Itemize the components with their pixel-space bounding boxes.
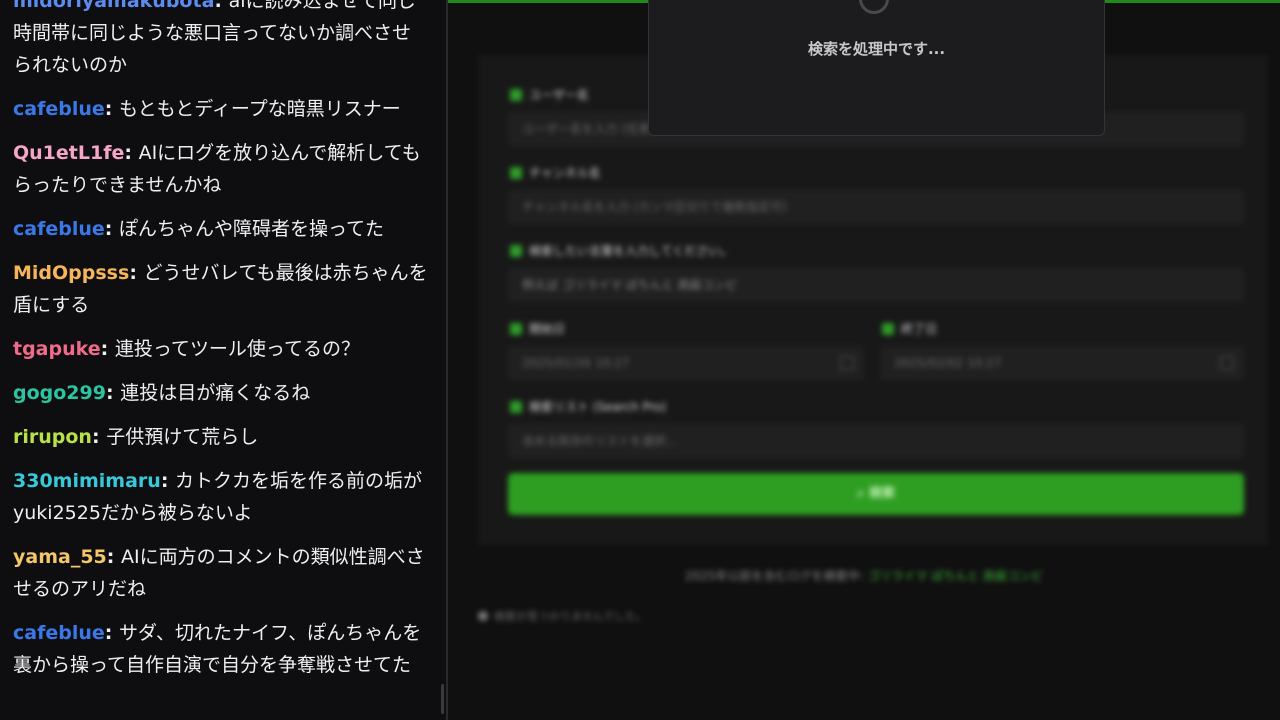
chat-panel: midoriyamakubota: aiに読み込ませて同じ時間帯に同じような悪口… xyxy=(0,0,444,720)
chat-message: midoriyamakubota: aiに読み込ませて同じ時間帯に同じような悪口… xyxy=(13,0,428,81)
chat-username[interactable]: tgapuke xyxy=(13,338,101,360)
chat-message: 330mimimaru: カトクカを垢を作る前の垢がyuki2525だから被らな… xyxy=(13,465,428,529)
chat-message: yama_55: AIに両方のコメントの類似性調べさせるのアリだね xyxy=(13,541,428,605)
chat-message: rirupon: 子供預けて荒らし xyxy=(13,421,428,453)
list-select[interactable]: 含める既存のリストを選択... xyxy=(508,424,1244,458)
chat-colon: : xyxy=(124,142,139,164)
chat-message: Qu1etL1fe: AIにログを放り込んで解析してもらったりできませんかね xyxy=(13,137,428,201)
calendar-picker-icon[interactable] xyxy=(840,356,854,370)
chat-message: cafeblue: サダ、切れたナイフ、ぽんちゃんを裏から操って自作自演で自分を… xyxy=(13,617,428,681)
chat-colon: : xyxy=(106,546,121,568)
chat-scrollbar[interactable] xyxy=(441,684,444,714)
chat-message: MidOppsss: どうせバレても最後は赤ちゃんを盾にする xyxy=(13,257,428,321)
chat-colon: : xyxy=(129,262,144,284)
chat-text: 子供預けて荒らし xyxy=(106,426,259,448)
processing-modal: 検索を処理中です... xyxy=(648,0,1105,136)
chat-username[interactable]: cafeblue xyxy=(13,622,105,644)
start-date-value: 2025/01/26 10:27 xyxy=(522,356,630,370)
chat-colon: : xyxy=(91,426,107,448)
chat-message: gogo299: 連投は目が痛くなるね xyxy=(13,377,428,409)
end-date-label: 終了日 xyxy=(882,320,937,337)
username-label: ユーザー名 xyxy=(510,86,589,103)
end-date-input[interactable]: 2025/02/02 10:27 xyxy=(880,346,1244,380)
chat-username[interactable]: yama_55 xyxy=(13,546,107,568)
chat-message: cafeblue: ぽんちゃんや障碍者を操ってた xyxy=(13,213,428,245)
chat-colon: : xyxy=(104,218,119,240)
chat-colon: : xyxy=(104,622,119,644)
footer-info: 2025年以前を含むログを検索中: ゴリライマ ぽちんと 高級コンビ xyxy=(684,569,1044,583)
start-date-input[interactable]: 2025/01/26 10:27 xyxy=(508,346,864,380)
chat-text: 連投は目が痛くなるね xyxy=(120,382,311,404)
calendar-icon xyxy=(882,323,894,335)
chat-username[interactable]: cafeblue xyxy=(13,218,105,240)
footer-link[interactable]: ゴリライマ ぽちんと 高級コンビ xyxy=(867,569,1043,583)
search-icon: ⌕ xyxy=(857,486,869,501)
chat-text: 連投ってツール使ってるの？ xyxy=(114,338,360,360)
channel-icon xyxy=(510,167,522,179)
search-button[interactable]: ⌕ 検索 xyxy=(508,473,1244,515)
chat-colon: : xyxy=(100,338,115,360)
chat-colon: : xyxy=(105,382,121,404)
chat-colon: : xyxy=(160,470,176,492)
chat-username[interactable]: MidOppsss xyxy=(13,262,129,284)
chat-text: もともとディープな暗黒リスナー xyxy=(118,98,401,120)
user-icon xyxy=(510,89,522,101)
calendar-picker-icon[interactable] xyxy=(1220,356,1234,370)
calendar-icon xyxy=(510,323,522,335)
channel-input[interactable]: チャンネル名を入力 (カンマ区切りで複数指定可) xyxy=(508,190,1244,224)
start-date-label: 開始日 xyxy=(510,320,565,337)
list-label: 検索リスト (Search Pro) xyxy=(510,398,666,415)
chat-text: ぽんちゃんや障碍者を操ってた xyxy=(118,218,385,240)
channel-label: チャンネル名 xyxy=(510,164,601,181)
list-icon xyxy=(510,401,522,413)
chat-username[interactable]: cafeblue xyxy=(13,98,105,120)
status-line: 検索が見つかりませんでした。 xyxy=(478,608,647,624)
chat-username[interactable]: gogo299 xyxy=(13,382,106,404)
keyword-input[interactable]: 例えば ゴリライマ ぽちんと 高級コンビ xyxy=(508,268,1244,302)
end-date-value: 2025/02/02 10:27 xyxy=(894,356,1002,370)
chat-message: cafeblue: もともとディープな暗黒リスナー xyxy=(13,93,428,125)
loading-spinner-icon xyxy=(852,0,896,21)
chat-message: tgapuke: 連投ってツール使ってるの？ xyxy=(13,333,428,365)
chat-username[interactable]: 330mimimaru xyxy=(13,470,161,492)
chat-message-list: midoriyamakubota: aiに読み込ませて同じ時間帯に同じような悪口… xyxy=(13,0,428,693)
search-icon xyxy=(510,245,522,257)
chat-username[interactable]: midoriyamakubota xyxy=(13,0,214,12)
processing-message: 検索を処理中です... xyxy=(807,40,946,58)
chat-username[interactable]: Qu1etL1fe xyxy=(13,142,124,164)
status-icon xyxy=(478,611,488,621)
chat-colon: : xyxy=(214,0,229,12)
keyword-label: 検索したい言葉を入力してください。 xyxy=(510,242,732,259)
chat-colon: : xyxy=(104,98,119,120)
chat-username[interactable]: rirupon xyxy=(13,426,92,448)
